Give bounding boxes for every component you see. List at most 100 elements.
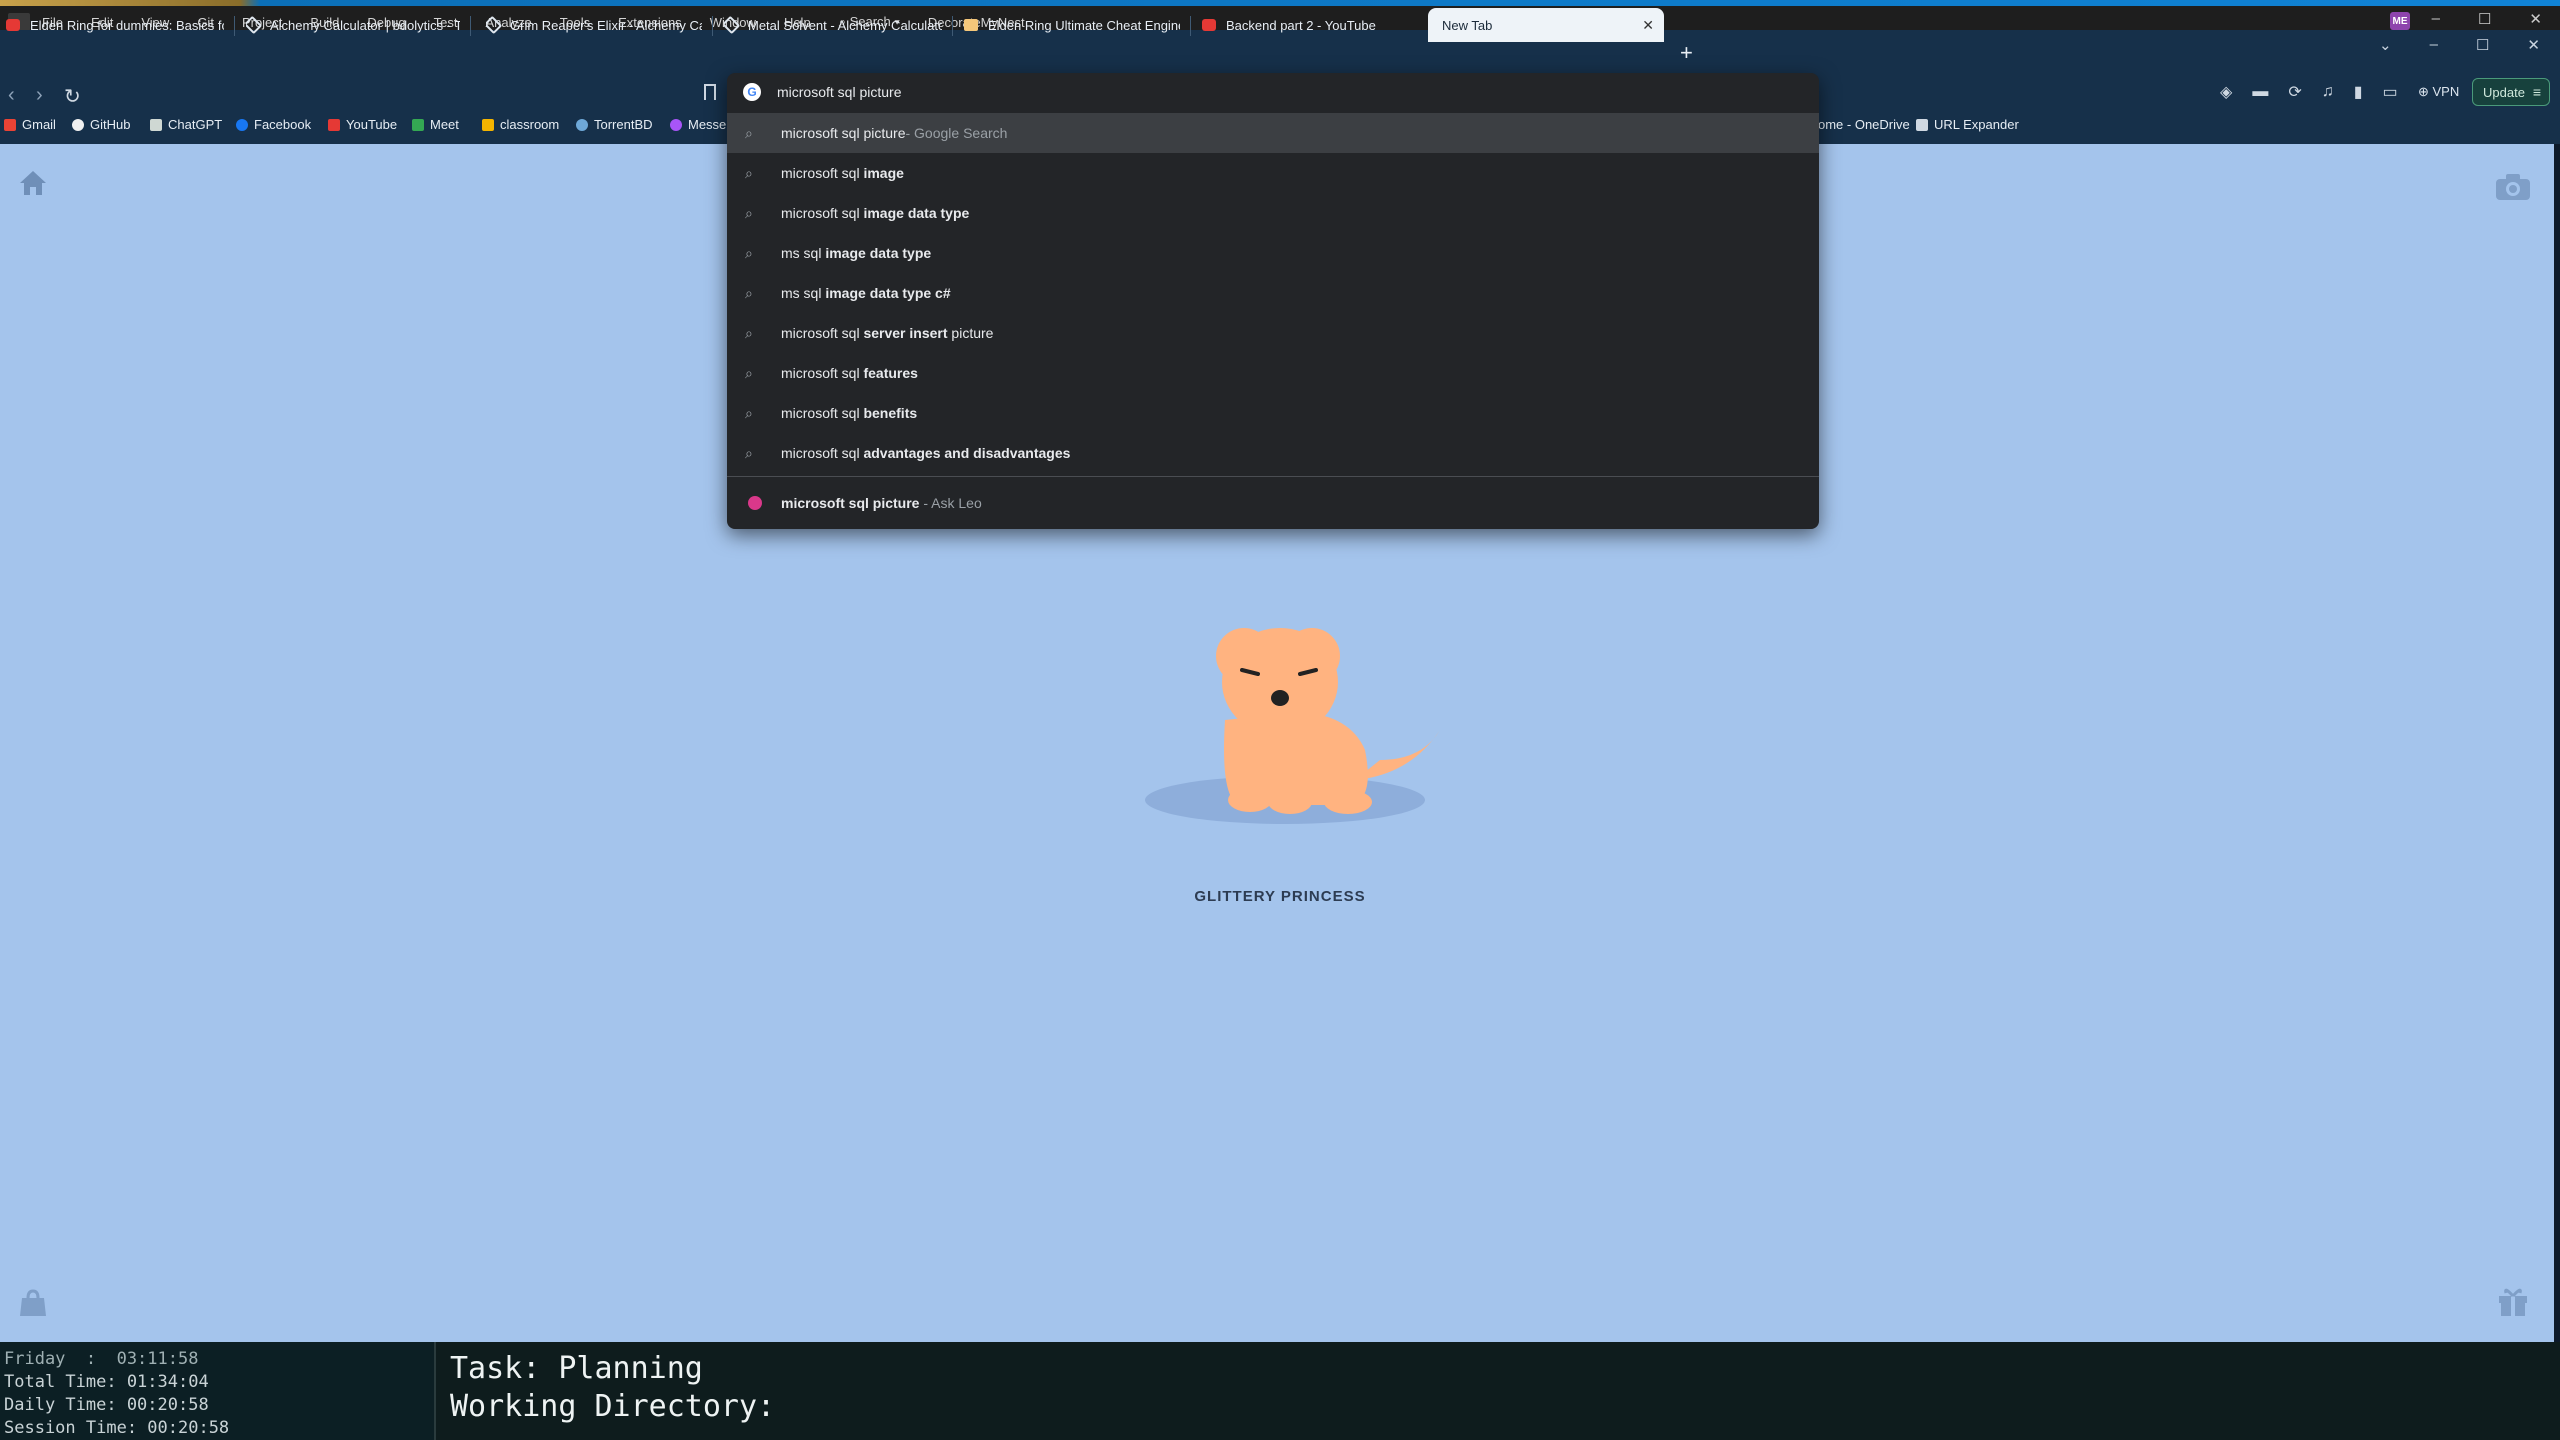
bookmark-url-expander[interactable]: URL Expander — [1916, 117, 2019, 132]
suggestion-item[interactable]: ⌕ ms sql image data type — [727, 233, 1819, 273]
alchemy-icon — [724, 15, 741, 35]
omnibox-dropdown: G ⌕ microsoft sql picture - Google Searc… — [727, 73, 1819, 529]
suggestion-item[interactable]: ⌕ microsoft sql benefits — [727, 393, 1819, 433]
suggestion-item[interactable]: ⌕ microsoft sql advantages and disadvant… — [727, 433, 1819, 473]
search-icon: ⌕ — [745, 124, 753, 141]
tab-strip-controls: ⌄ – ☐ ✕ — [2379, 36, 2540, 54]
alchemy-icon — [486, 15, 503, 35]
github-icon — [72, 118, 84, 131]
youtube-icon — [328, 118, 340, 131]
gift-icon[interactable] — [2496, 1284, 2530, 1318]
bookmark-classroom[interactable]: classroom — [482, 117, 559, 132]
omnibox-input-row: G — [727, 73, 1819, 111]
bookmark-icon[interactable] — [704, 84, 716, 100]
sync-icon[interactable]: ⟳ — [2288, 82, 2301, 102]
gmail-icon — [4, 118, 16, 131]
search-icon: ⌕ — [745, 284, 753, 301]
youtube-icon — [6, 19, 20, 31]
tab-alchemy-calculator[interactable]: Alchemy Calculator | bdolytics - The — [246, 8, 460, 42]
classroom-icon — [482, 118, 494, 131]
tab-grim-reaper-elixir[interactable]: Grim Reaper's Elixir - Alchemy Calcu — [486, 8, 702, 42]
bookmark-youtube[interactable]: YouTube — [328, 117, 397, 132]
bookmark-messenger[interactable]: Messe — [670, 117, 726, 132]
tab-separator — [952, 16, 953, 36]
user-avatar[interactable]: ME — [2390, 12, 2410, 30]
tab-separator — [1190, 16, 1191, 36]
suggestion-item[interactable]: ⌕ microsoft sql picture - Google Search — [727, 113, 1819, 153]
suggestion-item[interactable]: ⌕ microsoft sql image — [727, 153, 1819, 193]
sidebar-icon[interactable]: ▮ — [2354, 82, 2363, 102]
bookmark-chatgpt[interactable]: ChatGPT — [150, 117, 222, 132]
tab-elden-ring-cheat-engine[interactable]: Elden Ring Ultimate Cheat Engine Ta — [964, 8, 1180, 42]
search-icon: ⌕ — [745, 404, 753, 421]
browser-close-icon[interactable]: ✕ — [2527, 36, 2540, 54]
bookmark-github[interactable]: GitHub — [72, 117, 130, 132]
minimize-icon[interactable]: – — [2432, 10, 2440, 28]
search-icon: ⌕ — [745, 324, 753, 341]
tab-metal-solvent[interactable]: Metal Solvent - Alchemy Calculator | — [724, 8, 942, 42]
search-icon: ⌕ — [745, 164, 753, 181]
suggestion-item[interactable]: ⌕ microsoft sql features — [727, 353, 1819, 393]
search-icon: ⌕ — [745, 204, 753, 221]
back-icon[interactable]: ‹ — [8, 84, 15, 107]
new-tab-plus-icon[interactable]: + — [1680, 40, 1693, 66]
ask-leo-icon — [748, 496, 762, 510]
session-time: Session Time: 00:20:58 — [4, 1418, 230, 1438]
home-icon[interactable] — [18, 168, 48, 198]
total-time: Total Time: 01:34:04 — [4, 1372, 209, 1392]
suggestion-item[interactable]: ⌕ ms sql image data type c# — [727, 273, 1819, 313]
tab-elden-ring-dummies[interactable]: Elden Ring for dummies: Basics for E — [6, 8, 224, 42]
alchemy-icon — [246, 15, 263, 35]
bookmark-torrentbd[interactable]: TorrentBD — [576, 117, 653, 132]
maximize-icon[interactable]: ☐ — [2478, 10, 2491, 28]
bookmark-meet[interactable]: Meet — [412, 117, 459, 132]
snapshot-icon[interactable]: ▭ — [2383, 82, 2398, 102]
tab-close-icon[interactable]: ✕ — [1642, 17, 1654, 34]
facebook-icon — [236, 118, 248, 131]
wallet-icon[interactable]: ▬ — [2252, 83, 2268, 101]
tab-separator — [234, 16, 235, 36]
suggestion-item[interactable]: ⌕ microsoft sql image data type — [727, 193, 1819, 233]
address-bar-input[interactable] — [777, 84, 1677, 100]
search-icon: ⌕ — [745, 364, 753, 381]
suggestion-divider — [727, 476, 1819, 477]
music-player-icon[interactable]: ♫ — [2322, 83, 2334, 101]
browser-minimize-icon[interactable]: – — [2430, 36, 2438, 54]
ide-window-controls: – ☐ ✕ — [2432, 10, 2542, 28]
messenger-icon — [670, 118, 682, 131]
extension-icon[interactable]: ◈ — [2220, 82, 2232, 102]
bookmark-facebook[interactable]: Facebook — [236, 117, 311, 132]
youtube-icon — [1202, 19, 1216, 31]
meet-icon — [412, 118, 424, 131]
working-directory-line: Working Directory: — [450, 1389, 776, 1424]
tab-new-tab[interactable]: New Tab ✕ — [1428, 8, 1664, 42]
day-clock: Friday : 03:11:58 — [4, 1349, 199, 1369]
pet-name-label[interactable]: GLITTERY PRINCESS — [1180, 888, 1380, 905]
pet-dog-illustration — [1145, 628, 1440, 824]
bookmark-gmail[interactable]: Gmail — [4, 117, 56, 132]
shopping-bag-icon[interactable] — [18, 1288, 48, 1318]
browser-maximize-icon[interactable]: ☐ — [2476, 36, 2489, 54]
camera-icon[interactable] — [2494, 172, 2532, 202]
tab-separator — [470, 16, 471, 36]
task-info: Task: Planning Working Directory: — [450, 1350, 775, 1426]
vpn-badge[interactable]: ⊕ VPN — [2418, 84, 2459, 100]
url-expander-icon — [1916, 118, 1928, 131]
time-tracker: Friday : 03:11:58 Total Time: 01:34:04 D… — [0, 1342, 434, 1440]
vpn-icon: ⊕ — [2418, 84, 2433, 99]
google-icon: G — [743, 83, 761, 101]
tab-search-chevron-icon[interactable]: ⌄ — [2379, 36, 2392, 54]
reload-icon[interactable]: ↻ — [64, 84, 81, 109]
suggestion-item[interactable]: ⌕ microsoft sql server insert picture — [727, 313, 1819, 353]
update-button[interactable]: Update ≡ — [2472, 78, 2550, 106]
tab-backend-part-2[interactable]: Backend part 2 - YouTube — [1202, 8, 1418, 42]
extensions-area: ◈ ▬ ⟳ ♫ ▮ ▭ — [2220, 82, 2398, 102]
site-suggestion-item[interactable]: microsoft sql picture - Ask Leo — [727, 483, 1819, 523]
task-line: Task: Planning — [450, 1351, 703, 1386]
close-icon[interactable]: ✕ — [2529, 10, 2542, 28]
ide-accent-strip — [0, 0, 2560, 6]
menu-hamburger-icon[interactable]: ≡ — [2533, 84, 2541, 100]
daily-time: Daily Time: 00:20:58 — [4, 1395, 209, 1415]
forward-icon[interactable]: › — [36, 84, 43, 107]
bookmark-onedrive[interactable]: ome - OneDrive — [1818, 117, 1910, 132]
